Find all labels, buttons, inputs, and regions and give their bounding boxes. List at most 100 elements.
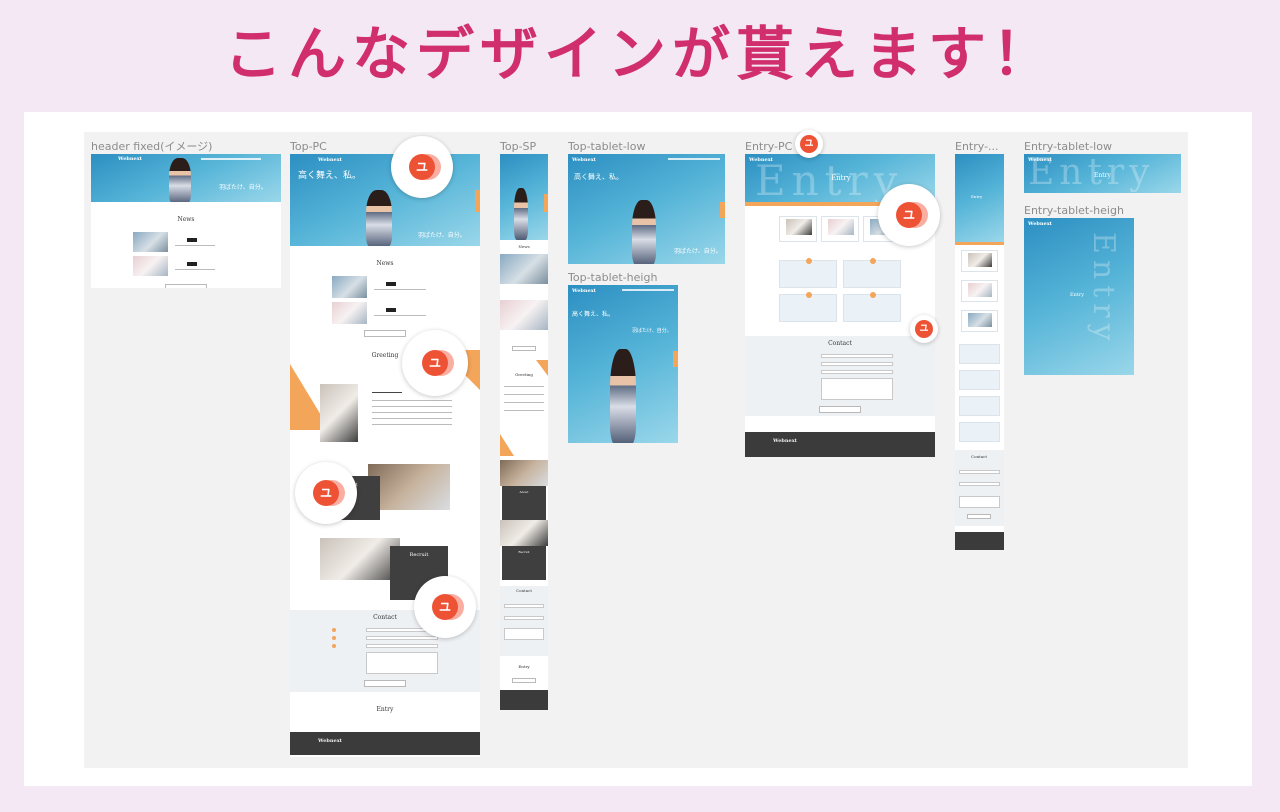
submit-button[interactable] [967,514,991,519]
more-button[interactable] [165,284,207,288]
contact-field[interactable] [959,482,1000,486]
artboard-canvas: header fixed(イメージ) Webnext 羽ばたけ、自分。 News… [84,130,1188,768]
contact-field[interactable] [959,470,1000,474]
entry-title: Entry [1070,292,1085,298]
entry-side-tab[interactable] [720,202,725,218]
comment-badge-icon: ユ [409,154,435,180]
contact-field[interactable] [821,370,893,374]
label-entry-tablet-heigh: Entry-tablet-heigh [1024,204,1124,217]
comment-badge-icon: ユ [422,350,448,376]
nav-bar [201,158,261,160]
hero-catch: 高く舞え、私。 [572,311,615,318]
service-card [843,292,901,322]
required-dot [332,628,336,632]
employee-card[interactable] [961,280,998,302]
news-photo [500,300,548,330]
hero-person [514,188,528,240]
frame-top-tablet-low[interactable]: Webnext 高く舞え、私。 羽ばたけ、自分。 [568,154,725,264]
frame-entry-sp[interactable]: Entry Contact [955,154,1004,550]
employee-photo [968,253,992,267]
nav-bar [622,289,674,291]
about-card: About [502,486,546,520]
comment-badge[interactable]: ユ [414,576,476,638]
label-top-pc: Top-PC [290,140,327,153]
frame-top-tablet-heigh[interactable]: Webnext 高く舞え、私。 羽ばたけ、自分。 [568,285,678,443]
comment-badge-icon: ユ [800,135,818,153]
entry-side-tab[interactable] [544,194,548,212]
comment-badge[interactable]: ユ [295,462,357,524]
section-title-contact: Contact [971,454,987,459]
entry-title: Entry [831,174,851,182]
logo: Webnext [318,157,342,163]
about-photo [368,464,450,510]
employee-card[interactable] [961,250,998,272]
entry-button[interactable] [512,678,536,683]
contact-field[interactable] [504,616,544,620]
step-number [870,292,876,298]
service-card [959,344,1000,364]
contact-textarea[interactable] [821,378,893,400]
label-entry-sp: Entry-... [955,140,999,153]
footer [500,690,548,710]
greeting-heading [372,392,402,393]
orange-triangle [500,434,514,456]
news-tag [187,262,197,266]
employee-card[interactable] [779,216,817,242]
section-title-contact: Contact [373,614,397,621]
news-photo [332,302,367,324]
hero-image [500,154,548,240]
submit-button[interactable] [364,680,406,687]
hero-sub: 羽ばたけ、自分。 [632,328,672,334]
contact-field[interactable] [504,604,544,608]
entry-side-tab[interactable] [673,351,678,367]
news-tag [187,238,197,242]
orange-bar [955,242,1004,245]
footer: Webnext [745,432,935,457]
greeting-text [504,386,544,387]
comment-badge[interactable]: ユ [391,136,453,198]
contact-textarea[interactable] [504,628,544,640]
contact-field[interactable] [366,636,438,640]
section-title-contact: Contact [828,340,852,347]
contact-field[interactable] [821,362,893,366]
footer: Webnext [290,732,480,755]
employee-card[interactable] [961,310,998,332]
hero-person [366,190,392,246]
section-title-entry: Entry [518,664,530,669]
greeting-text [372,406,452,407]
entry-side-tab[interactable] [475,190,480,212]
service-card [779,292,837,322]
employee-photo [968,313,992,327]
frame-entry-tablet-heigh[interactable]: Entry Webnext Entry [1024,218,1134,375]
greeting-text [372,400,452,401]
employee-card[interactable] [821,216,859,242]
comment-badge[interactable]: ユ [910,315,938,343]
submit-button[interactable] [819,406,861,413]
comment-badge-icon: ユ [915,320,933,338]
frame-top-sp[interactable]: News Greeting About Recruit Contact Entr… [500,154,548,710]
greeting-text [504,402,544,403]
footer-logo: Webnext [318,738,342,744]
contact-textarea[interactable] [959,496,1000,508]
contact-field[interactable] [821,354,893,358]
comment-badge-icon: ユ [313,480,339,506]
comment-badge[interactable]: ユ [795,130,823,158]
contact-textarea[interactable] [366,652,438,674]
required-dot [332,636,336,640]
news-photo [133,232,168,252]
frame-header-fixed[interactable]: Webnext 羽ばたけ、自分。 News [91,154,281,288]
news-photo [133,256,168,276]
more-button[interactable] [364,330,406,337]
news-tag [386,308,396,312]
hero-catch: 高く舞え、私。 [298,171,362,181]
frame-top-pc[interactable]: Webnext 高く舞え、私。 羽ばたけ、自分。 News Greeting A… [290,154,480,757]
required-dot [332,644,336,648]
frame-entry-tablet-low[interactable]: Entry Webnext Entry [1024,154,1181,193]
comment-badge[interactable]: ユ [402,330,468,396]
more-button[interactable] [512,346,536,351]
contact-field[interactable] [366,644,438,648]
label-top-sp: Top-SP [500,140,537,153]
comment-badge[interactable]: ユ [878,184,940,246]
label-top-tablet-heigh: Top-tablet-heigh [568,271,658,284]
service-card [959,370,1000,390]
